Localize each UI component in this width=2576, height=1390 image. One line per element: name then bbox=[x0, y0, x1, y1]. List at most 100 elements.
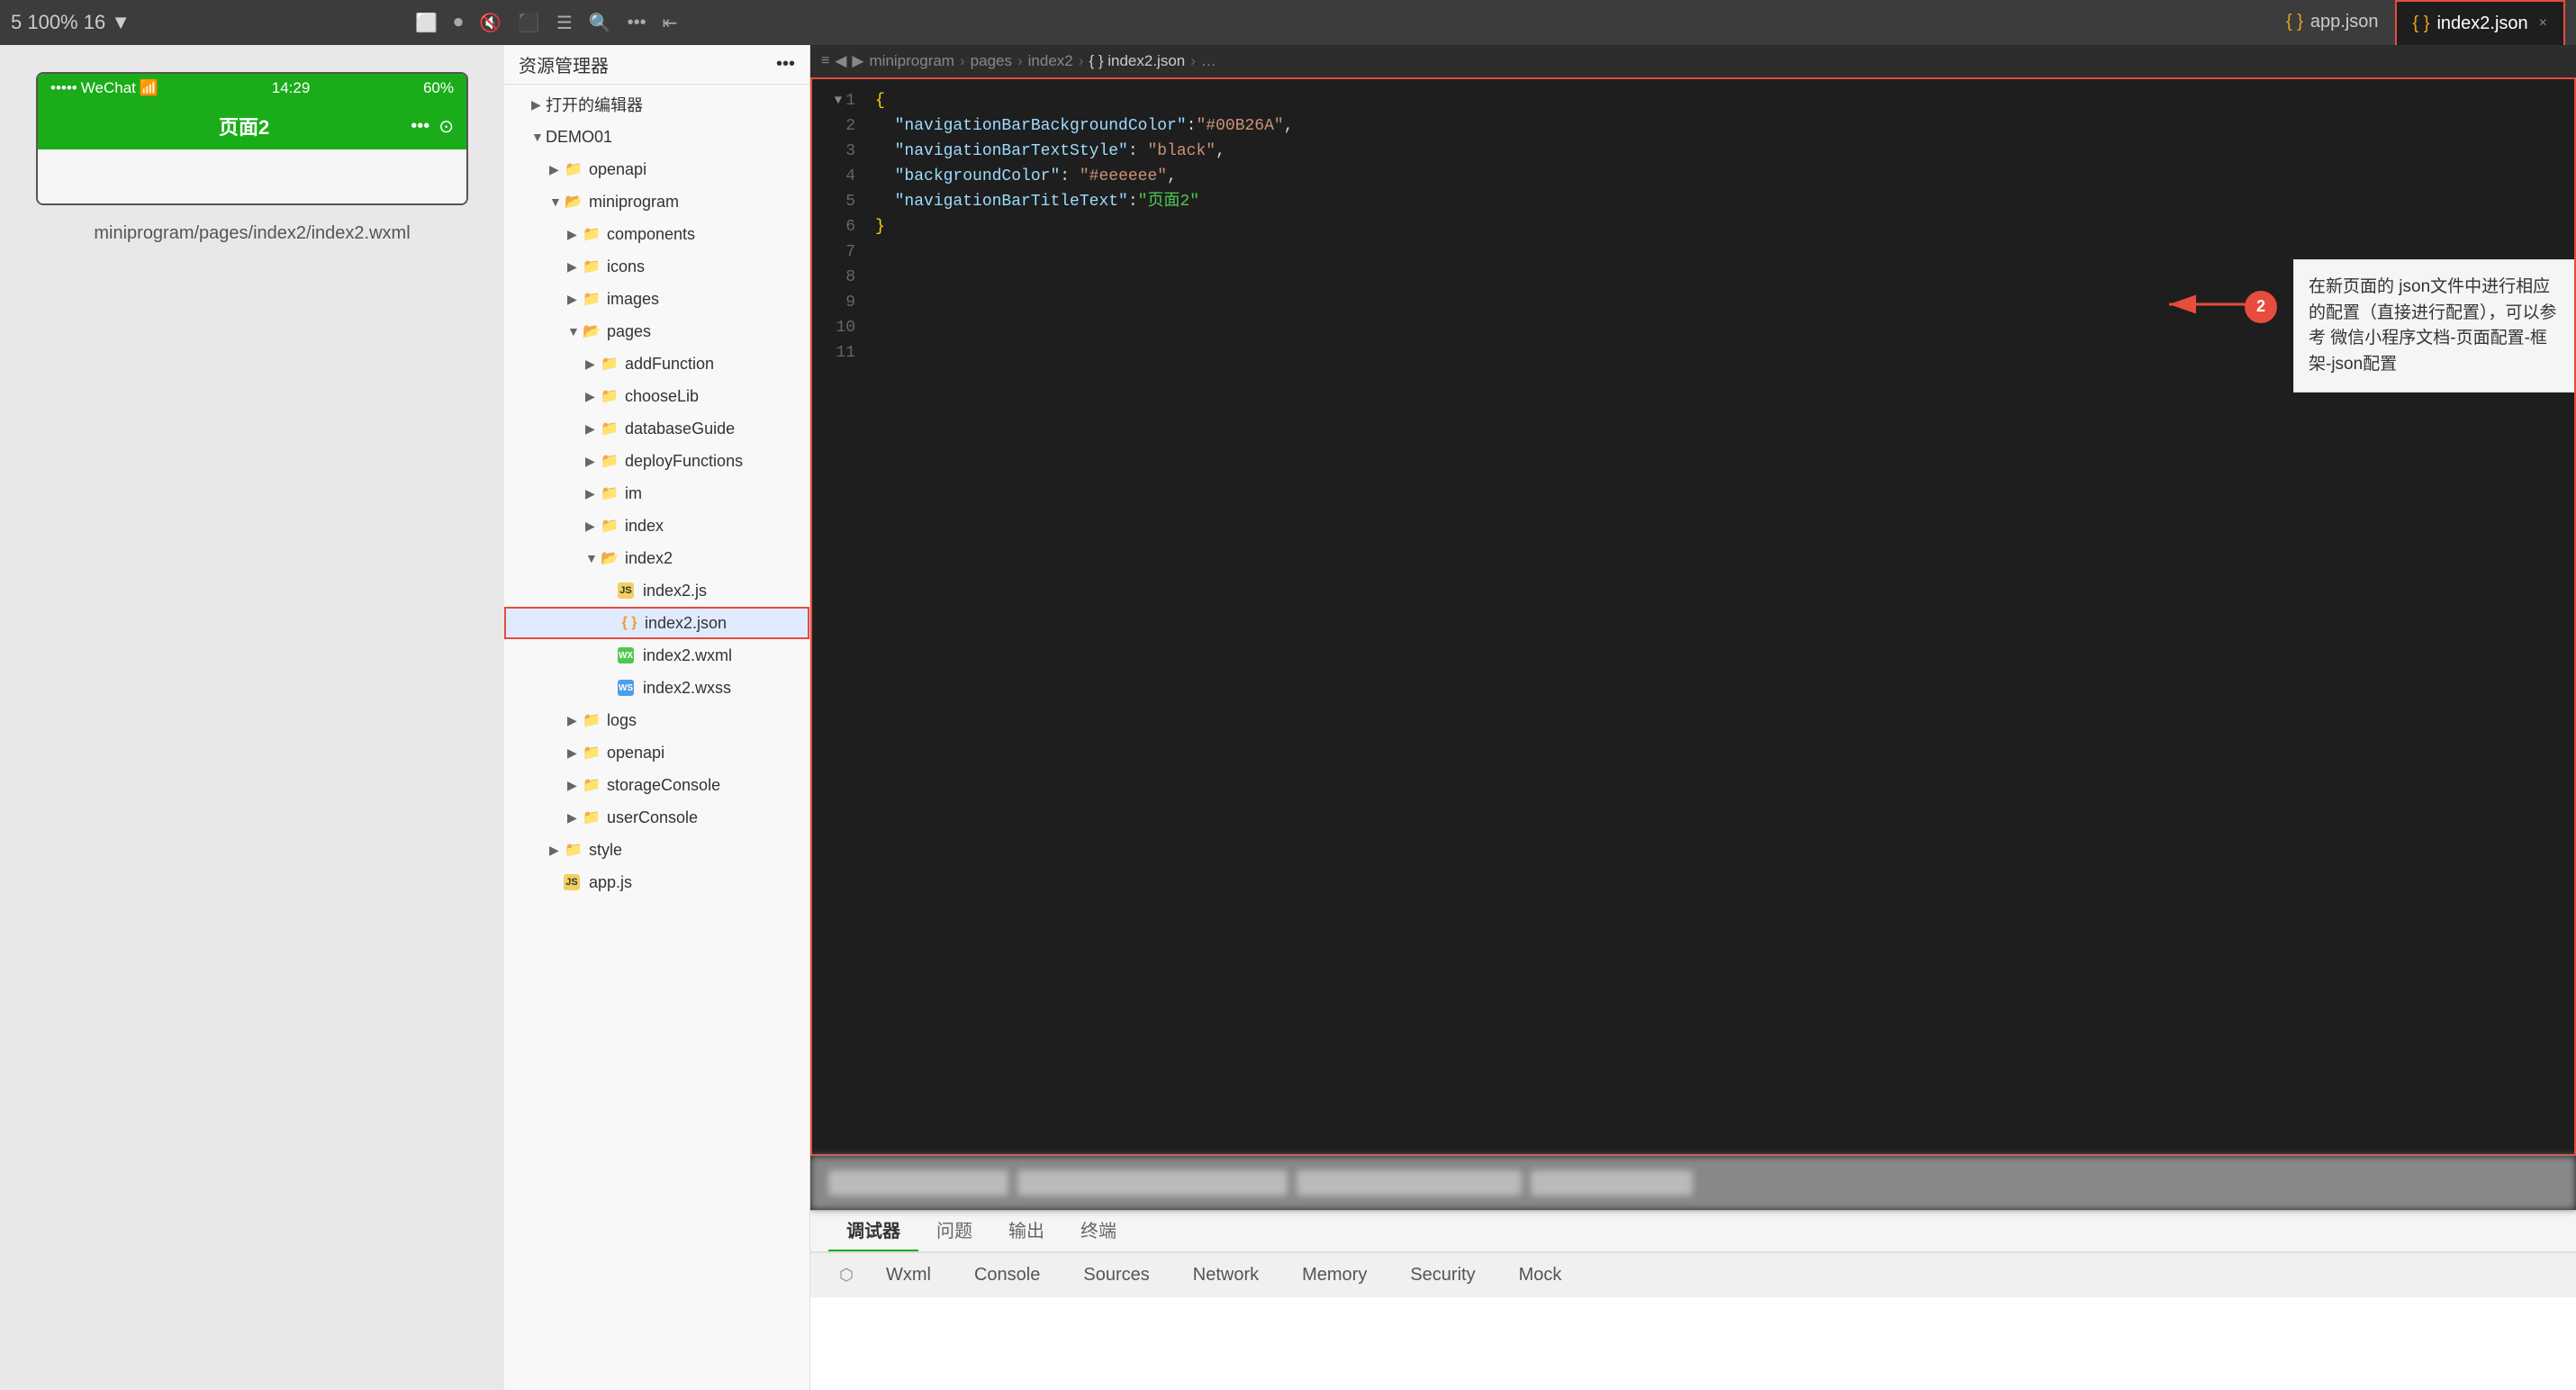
split-icon[interactable]: ⬛ bbox=[518, 12, 540, 34]
sidebar-item-index[interactable]: ▶ 📁 index bbox=[504, 510, 809, 542]
sidebar-item-style[interactable]: ▶ 📁 style bbox=[504, 834, 809, 866]
demo01-label: DEMO01 bbox=[546, 128, 612, 147]
arrow-icon: ▶ bbox=[585, 421, 600, 437]
sidebar-section-opened[interactable]: ▶ 打开的编辑器 bbox=[504, 88, 809, 121]
breadcrumb-sep: › bbox=[1079, 52, 1084, 70]
sidebar-item-storageConsole[interactable]: ▶ 📁 storageConsole bbox=[504, 769, 809, 801]
tree-label: images bbox=[607, 290, 659, 309]
wifi-icon: 📶 bbox=[140, 79, 158, 97]
tab-memory[interactable]: Memory bbox=[1280, 1256, 1388, 1295]
blurred-bar bbox=[810, 1156, 2576, 1210]
sidebar-item-miniprogram[interactable]: ▼ 📂 miniprogram bbox=[504, 185, 809, 218]
arrow-icon: ▶ bbox=[549, 162, 564, 177]
tree-label: pages bbox=[607, 322, 651, 341]
json-file-icon: { } bbox=[619, 613, 639, 633]
record-icon[interactable]: ⏺ bbox=[454, 13, 463, 33]
arrow-icon: ▶ bbox=[567, 227, 582, 242]
arrow-icon: ▶ bbox=[585, 389, 600, 404]
tab-security[interactable]: Security bbox=[1388, 1256, 1496, 1295]
phone-frame: ••••• WeChat 📶 14:29 60% 页面2 ••• ⊙ bbox=[36, 72, 468, 205]
sidebar-item-databaseGuide[interactable]: ▶ 📁 databaseGuide bbox=[504, 412, 809, 445]
folder-open-icon: 📂 bbox=[564, 192, 583, 212]
tab-wxml[interactable]: Wxml bbox=[864, 1256, 953, 1295]
sidebar-item-app-js[interactable]: JS app.js bbox=[504, 866, 809, 898]
breadcrumb-item-file[interactable]: { } index2.json bbox=[1089, 52, 1185, 70]
search-icon[interactable]: 🔍 bbox=[589, 12, 611, 34]
close-icon[interactable]: × bbox=[2539, 15, 2547, 32]
sidebar-item-logs[interactable]: ▶ 📁 logs bbox=[504, 704, 809, 736]
sidebar-item-openapi[interactable]: ▶ 📁 openapi bbox=[504, 153, 809, 185]
folder-icon: 📁 bbox=[600, 451, 619, 471]
tree-label: chooseLib bbox=[625, 387, 699, 406]
tab-problems[interactable]: 问题 bbox=[918, 1209, 990, 1251]
sidebar-item-im[interactable]: ▶ 📁 im bbox=[504, 477, 809, 510]
tablet-icon[interactable]: ⬜ bbox=[415, 12, 438, 34]
sidebar-item-addFunction[interactable]: ▶ 📁 addFunction bbox=[504, 348, 809, 380]
breadcrumb-collapse-icon[interactable]: ≡ bbox=[821, 53, 829, 69]
sidebar-item-demo01[interactable]: ▼ DEMO01 bbox=[504, 121, 809, 153]
folder-icon: 📁 bbox=[600, 419, 619, 438]
breadcrumb-item-miniprogram[interactable]: miniprogram bbox=[870, 52, 954, 70]
arrow-step: 2 bbox=[2160, 277, 2268, 336]
sidebar-item-index2-wxml[interactable]: WX index2.wxml bbox=[504, 639, 809, 672]
arrow-icon: ▶ bbox=[567, 810, 582, 826]
tree-label: components bbox=[607, 225, 695, 244]
back-icon[interactable]: ⇤ bbox=[663, 12, 678, 34]
sidebar-item-openapi2[interactable]: ▶ 📁 openapi bbox=[504, 736, 809, 769]
sidebar-item-pages[interactable]: ▼ 📂 pages bbox=[504, 315, 809, 348]
mute-icon[interactable]: 🔇 bbox=[479, 12, 502, 34]
breadcrumb: ≡ ◀ ▶ miniprogram › pages › index2 › { }… bbox=[810, 45, 2576, 77]
breadcrumb-item-more[interactable]: … bbox=[1201, 52, 1216, 70]
phone-nav-icons: ••• ⊙ bbox=[411, 115, 454, 138]
list-icon[interactable]: ☰ bbox=[556, 12, 573, 34]
sidebar-item-deployFunctions[interactable]: ▶ 📁 deployFunctions bbox=[504, 445, 809, 477]
sidebar-more-icon[interactable]: ••• bbox=[776, 54, 795, 75]
arrow-icon: ▼ bbox=[567, 324, 582, 338]
sidebar-item-index2-json[interactable]: { } index2.json bbox=[504, 607, 809, 639]
folder-icon: 📁 bbox=[600, 483, 619, 503]
sidebar-item-index2[interactable]: ▼ 📂 index2 bbox=[504, 542, 809, 574]
tree-label: index2.wxss bbox=[643, 679, 731, 698]
file-sidebar: 资源管理器 ••• ▶ 打开的编辑器 ▼ DEMO01 ▶ 📁 openapi … bbox=[504, 45, 810, 1390]
tab-console[interactable]: Console bbox=[953, 1256, 1062, 1295]
tab-sources[interactable]: Sources bbox=[1062, 1256, 1170, 1295]
arrow-icon: ▼ bbox=[531, 130, 546, 144]
tab-debugger[interactable]: 调试器 bbox=[828, 1209, 918, 1251]
toolbar-icons: ⬜ ⏺ 🔇 ⬛ ☰ 🔍 ••• ⇤ bbox=[415, 12, 677, 34]
devtools-cursor-icon[interactable]: ⬡ bbox=[828, 1266, 864, 1285]
bottom-panel: 调试器 问题 输出 终端 ⬡ Wxml Console Sources Netw… bbox=[810, 1210, 2576, 1390]
fold-icon[interactable]: ▼ bbox=[835, 88, 842, 113]
sidebar-item-userConsole[interactable]: ▶ 📁 userConsole bbox=[504, 801, 809, 834]
tree-label: logs bbox=[607, 711, 637, 730]
tab-app-json[interactable]: { } app.json bbox=[2270, 0, 2395, 45]
sidebar-item-index2-wxss[interactable]: WS index2.wxss bbox=[504, 672, 809, 704]
folder-open-icon: 📂 bbox=[582, 321, 601, 341]
code-line-5: "navigationBarTitleText":"页面2" bbox=[866, 189, 2574, 214]
tab-network[interactable]: Network bbox=[1171, 1256, 1280, 1295]
arrow-icon: ▶ bbox=[585, 519, 600, 534]
phone-status-bar: ••••• WeChat 📶 14:29 60% bbox=[38, 74, 466, 103]
tab-index2-json[interactable]: { } index2.json × bbox=[2395, 0, 2565, 45]
breadcrumb-item-index2[interactable]: index2 bbox=[1028, 52, 1073, 70]
breadcrumb-nav-prev[interactable]: ◀ bbox=[835, 52, 846, 70]
js-file-icon: JS bbox=[618, 582, 634, 599]
breadcrumb-item-pages[interactable]: pages bbox=[971, 52, 1012, 70]
code-content[interactable]: { "navigationBarBackgroundColor":"#00B26… bbox=[866, 79, 2574, 1154]
time-label: 14:29 bbox=[272, 79, 311, 97]
annotation-tooltip: 在新页面的 json文件中进行相应的配置（直接进行配置），可以参考 微信小程序文… bbox=[2293, 259, 2576, 393]
breadcrumb-nav-next[interactable]: ▶ bbox=[852, 52, 863, 70]
sidebar-item-components[interactable]: ▶ 📁 components bbox=[504, 218, 809, 250]
more-icon[interactable]: ••• bbox=[628, 13, 646, 33]
wxss-file-icon: WS bbox=[618, 680, 634, 696]
breadcrumb-sep: › bbox=[1017, 52, 1023, 70]
tab-output[interactable]: 输出 bbox=[990, 1209, 1062, 1251]
arrow-icon: ▶ bbox=[567, 292, 582, 307]
sidebar-item-images[interactable]: ▶ 📁 images bbox=[504, 283, 809, 315]
sidebar-item-chooseLib[interactable]: ▶ 📁 chooseLib bbox=[504, 380, 809, 412]
sidebar-item-index2-js[interactable]: JS index2.js bbox=[504, 574, 809, 607]
sidebar-item-icons[interactable]: ▶ 📁 icons bbox=[504, 250, 809, 283]
folder-icon: 📁 bbox=[564, 840, 583, 860]
tab-mock[interactable]: Mock bbox=[1497, 1256, 1584, 1295]
tab-terminal[interactable]: 终端 bbox=[1062, 1209, 1134, 1251]
breadcrumb-sep: › bbox=[960, 52, 965, 70]
